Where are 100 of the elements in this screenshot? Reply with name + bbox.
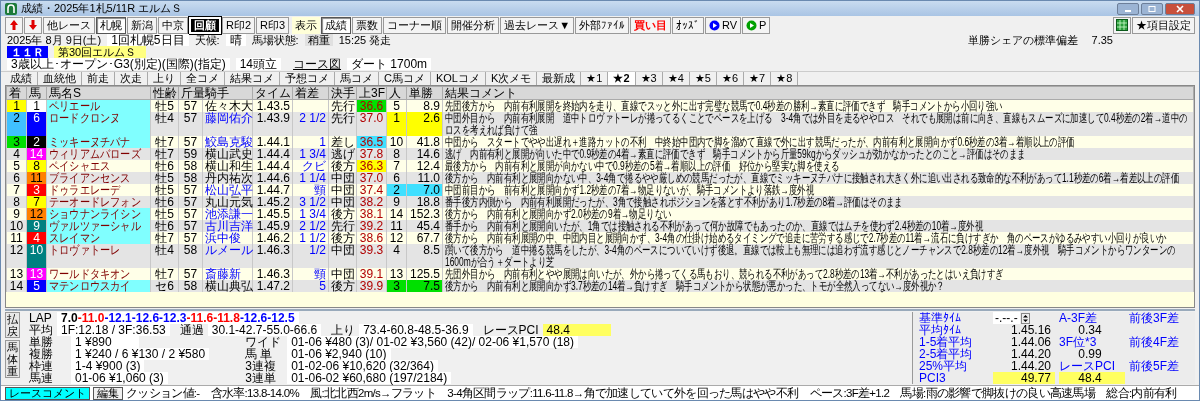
summary-label: 平均 [28, 324, 53, 336]
rank-cell: 14 [6, 280, 27, 292]
table-cell: 1.46.3 [252, 268, 293, 280]
last-3f-cell: 37.0 [356, 112, 387, 136]
odds-cell: 2.6 [406, 112, 443, 136]
popularity-cell: 13 [386, 268, 407, 280]
table-cell: 58 [178, 244, 203, 268]
table-cell: 牡5 [150, 172, 179, 184]
table-cell: 中団 [328, 244, 357, 268]
rank-cell: 7 [6, 184, 27, 196]
rank-cell: 10 [6, 220, 27, 232]
table-cell: 牡7 [150, 148, 179, 160]
toolbar-button[interactable]: 外部ﾌｧｲﾙ [575, 16, 629, 34]
lap-time: -11.6 [186, 311, 214, 325]
column-header: 上3F [356, 86, 387, 100]
toolbar-button[interactable]: R印3 [256, 16, 290, 34]
payout-value: 1-4 ¥900 (3) [71, 360, 145, 372]
spinner-arrows-icon[interactable] [1020, 312, 1030, 324]
last-3f-cell: 39.9 [356, 280, 387, 292]
table-cell: 1.45.9 [252, 220, 293, 232]
toolbar-button[interactable]: コーナー順 [383, 16, 447, 34]
table-cell: 牡4 [150, 244, 179, 268]
toolbar-button[interactable]: 買い目 [630, 16, 671, 34]
odds-cell: 12.4 [406, 160, 443, 172]
table-cell: 牡5 [150, 208, 179, 220]
toolbar-button[interactable]: 札幌 [96, 16, 126, 34]
tab[interactable]: ★2 [608, 72, 636, 85]
toolbar-button[interactable]: ｵｯｽﾞ [672, 16, 704, 34]
toolbar-button[interactable]: 回顧 [189, 16, 221, 34]
jockey-cell: 丸山元気 [202, 196, 253, 208]
meeting-field: 1回札幌5日目 [107, 34, 189, 46]
comment-cell: 先団外目から 内前有利とやや展開は向いたが、外から捲ってくる馬もおり、競られる不利があって2.8秒差の13着→不利があったとはいえ負けすぎ [442, 268, 1194, 280]
table-cell: 中団 [328, 184, 357, 196]
table-cell: クビ [292, 160, 329, 172]
race-comment-button[interactable]: レースコメント [5, 386, 90, 400]
base-time-field[interactable]: -.--.- [993, 312, 1020, 324]
lap-time: -12.5 [267, 311, 295, 325]
table-cell: 1.46.3 [252, 244, 293, 268]
side-tab[interactable]: 払戻 [5, 312, 20, 339]
lap-time: -12.6 [131, 311, 160, 325]
toolbar-button[interactable]: 過去レース▼ [500, 16, 574, 34]
side-tab[interactable]: 馬体重 [5, 340, 20, 379]
table-cell: 牡5 [150, 184, 179, 196]
toolbar-button[interactable]: 開催分析 [447, 16, 500, 34]
last-3f-cell: 38.2 [356, 196, 387, 208]
stat-label: A-3F差 [1059, 312, 1098, 324]
horse-number-cell: 8 [26, 160, 47, 172]
table-cell: 牡6 [150, 160, 179, 172]
toolbar-button[interactable]: 成績 [321, 16, 352, 34]
jockey-cell: 松山弘平 [202, 184, 253, 196]
column-header: 単勝 [406, 86, 443, 100]
maximize-button[interactable] [1141, 2, 1163, 15]
table-cell: 1.44.7 [252, 184, 293, 196]
grid-button[interactable] [1113, 16, 1131, 34]
lap-time: -12.1 [104, 311, 132, 325]
toolbar-button[interactable]: 新潟 [127, 16, 157, 34]
race-number: １１Ｒ [7, 46, 48, 58]
stat-label: 平均ﾀｲﾑ [919, 324, 961, 336]
toolbar-button[interactable]: 他レース [43, 16, 95, 34]
toolbar-button[interactable]: 票数 [352, 16, 383, 34]
play-button[interactable]: RV [705, 16, 742, 34]
table-cell: 1.44.1 [252, 136, 293, 148]
table-cell: 57 [178, 208, 203, 220]
column-header: 馬名S [46, 86, 151, 100]
toolbar-button[interactable]: 中京 [158, 16, 188, 34]
minimize-button[interactable] [1117, 2, 1139, 15]
toolbar-button[interactable]: ★項目設定 [1132, 16, 1195, 34]
odds-cell: 67.7 [406, 232, 443, 244]
stat-label: 前後4F差 [1129, 336, 1180, 348]
table-cell: 57 [178, 184, 203, 196]
horse-number-cell: 9 [26, 220, 47, 232]
odds-cell: 45.4 [406, 220, 443, 232]
summary-label: 上り [330, 324, 356, 336]
payout-value: 01-06 ¥2,940 (10) [287, 348, 391, 360]
table-cell: 1 3/4 [292, 208, 329, 220]
jockey-cell: 横山和生 [202, 160, 253, 172]
table-cell: 57 [178, 220, 203, 232]
window-title: 成績・2025年1札5/11R エルムＳ [21, 1, 183, 16]
rank-cell: 4 [6, 148, 27, 160]
table-cell: 1/2 [292, 244, 329, 268]
summary-label: 通過 [178, 324, 204, 336]
table-cell: 1.45.5 [252, 208, 293, 220]
race-name: 第30回エルムＳ [54, 46, 147, 58]
table-cell: 牡4 [150, 112, 179, 136]
table-cell: 牡6 [150, 196, 179, 208]
edit-button[interactable]: 編集 [93, 386, 123, 400]
horse-number-cell: 2 [26, 136, 47, 148]
table-cell: 1.44.4 [252, 148, 293, 160]
down-arrow-button[interactable] [24, 16, 42, 34]
toolbar-button[interactable]: R印2 [222, 16, 256, 34]
course-map-link[interactable]: コース図 [293, 55, 342, 73]
play-button[interactable]: P [742, 16, 771, 34]
payout-label: 馬連 [28, 372, 54, 384]
jockey-cell: 池添謙一 [202, 208, 253, 220]
summary-label: レースPCI [481, 324, 539, 336]
close-button[interactable] [1165, 2, 1195, 15]
popularity-cell: 12 [386, 232, 407, 244]
up-arrow-button[interactable] [5, 16, 23, 34]
rank-cell: 6 [6, 172, 27, 184]
horseshoe-icon [5, 2, 17, 15]
